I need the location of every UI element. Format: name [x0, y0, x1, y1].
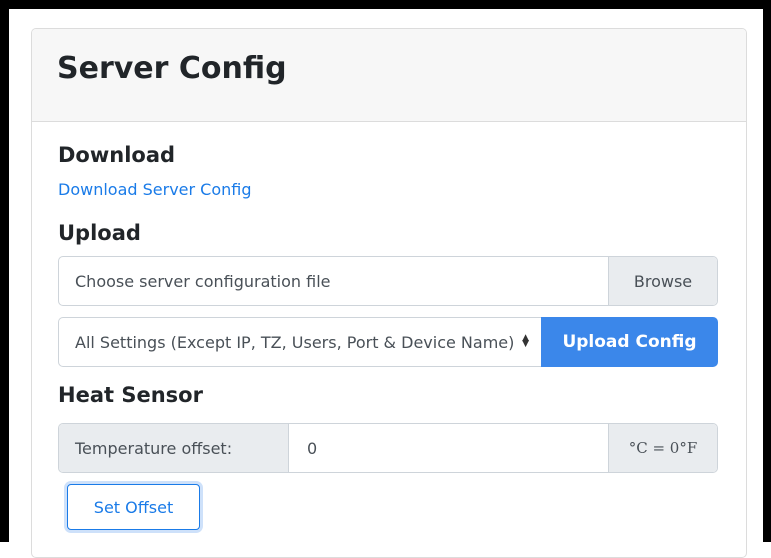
server-config-card: Server Config Download Download Server C… — [31, 28, 747, 558]
file-input-label[interactable]: Choose server configuration file — [59, 257, 608, 305]
card-header: Server Config — [32, 29, 746, 122]
browse-button[interactable]: Browse — [608, 257, 717, 305]
settings-scope-select[interactable]: All Settings (Except IP, TZ, Users, Port… — [58, 317, 541, 367]
config-file-input[interactable]: Choose server configuration file Browse — [58, 256, 718, 306]
temperature-offset-group: Temperature offset: 0 °C = 0°F — [58, 423, 718, 473]
heat-sensor-heading: Heat Sensor — [58, 383, 203, 407]
settings-scope-value: All Settings (Except IP, TZ, Users, Port… — [75, 332, 515, 352]
card-title: Server Config — [57, 51, 287, 86]
upload-options-row: All Settings (Except IP, TZ, Users, Port… — [58, 317, 718, 367]
upload-config-button[interactable]: Upload Config — [541, 317, 718, 367]
temperature-unit-label: °C = 0°F — [608, 424, 717, 472]
temperature-offset-label: Temperature offset: — [59, 424, 289, 472]
download-server-config-link[interactable]: Download Server Config — [58, 179, 252, 201]
download-heading: Download — [58, 143, 176, 167]
upload-heading: Upload — [58, 221, 141, 245]
temperature-offset-input[interactable]: 0 — [289, 424, 608, 472]
select-arrow-icon: ▲ ▼ — [522, 333, 529, 349]
set-offset-button[interactable]: Set Offset — [67, 484, 200, 530]
